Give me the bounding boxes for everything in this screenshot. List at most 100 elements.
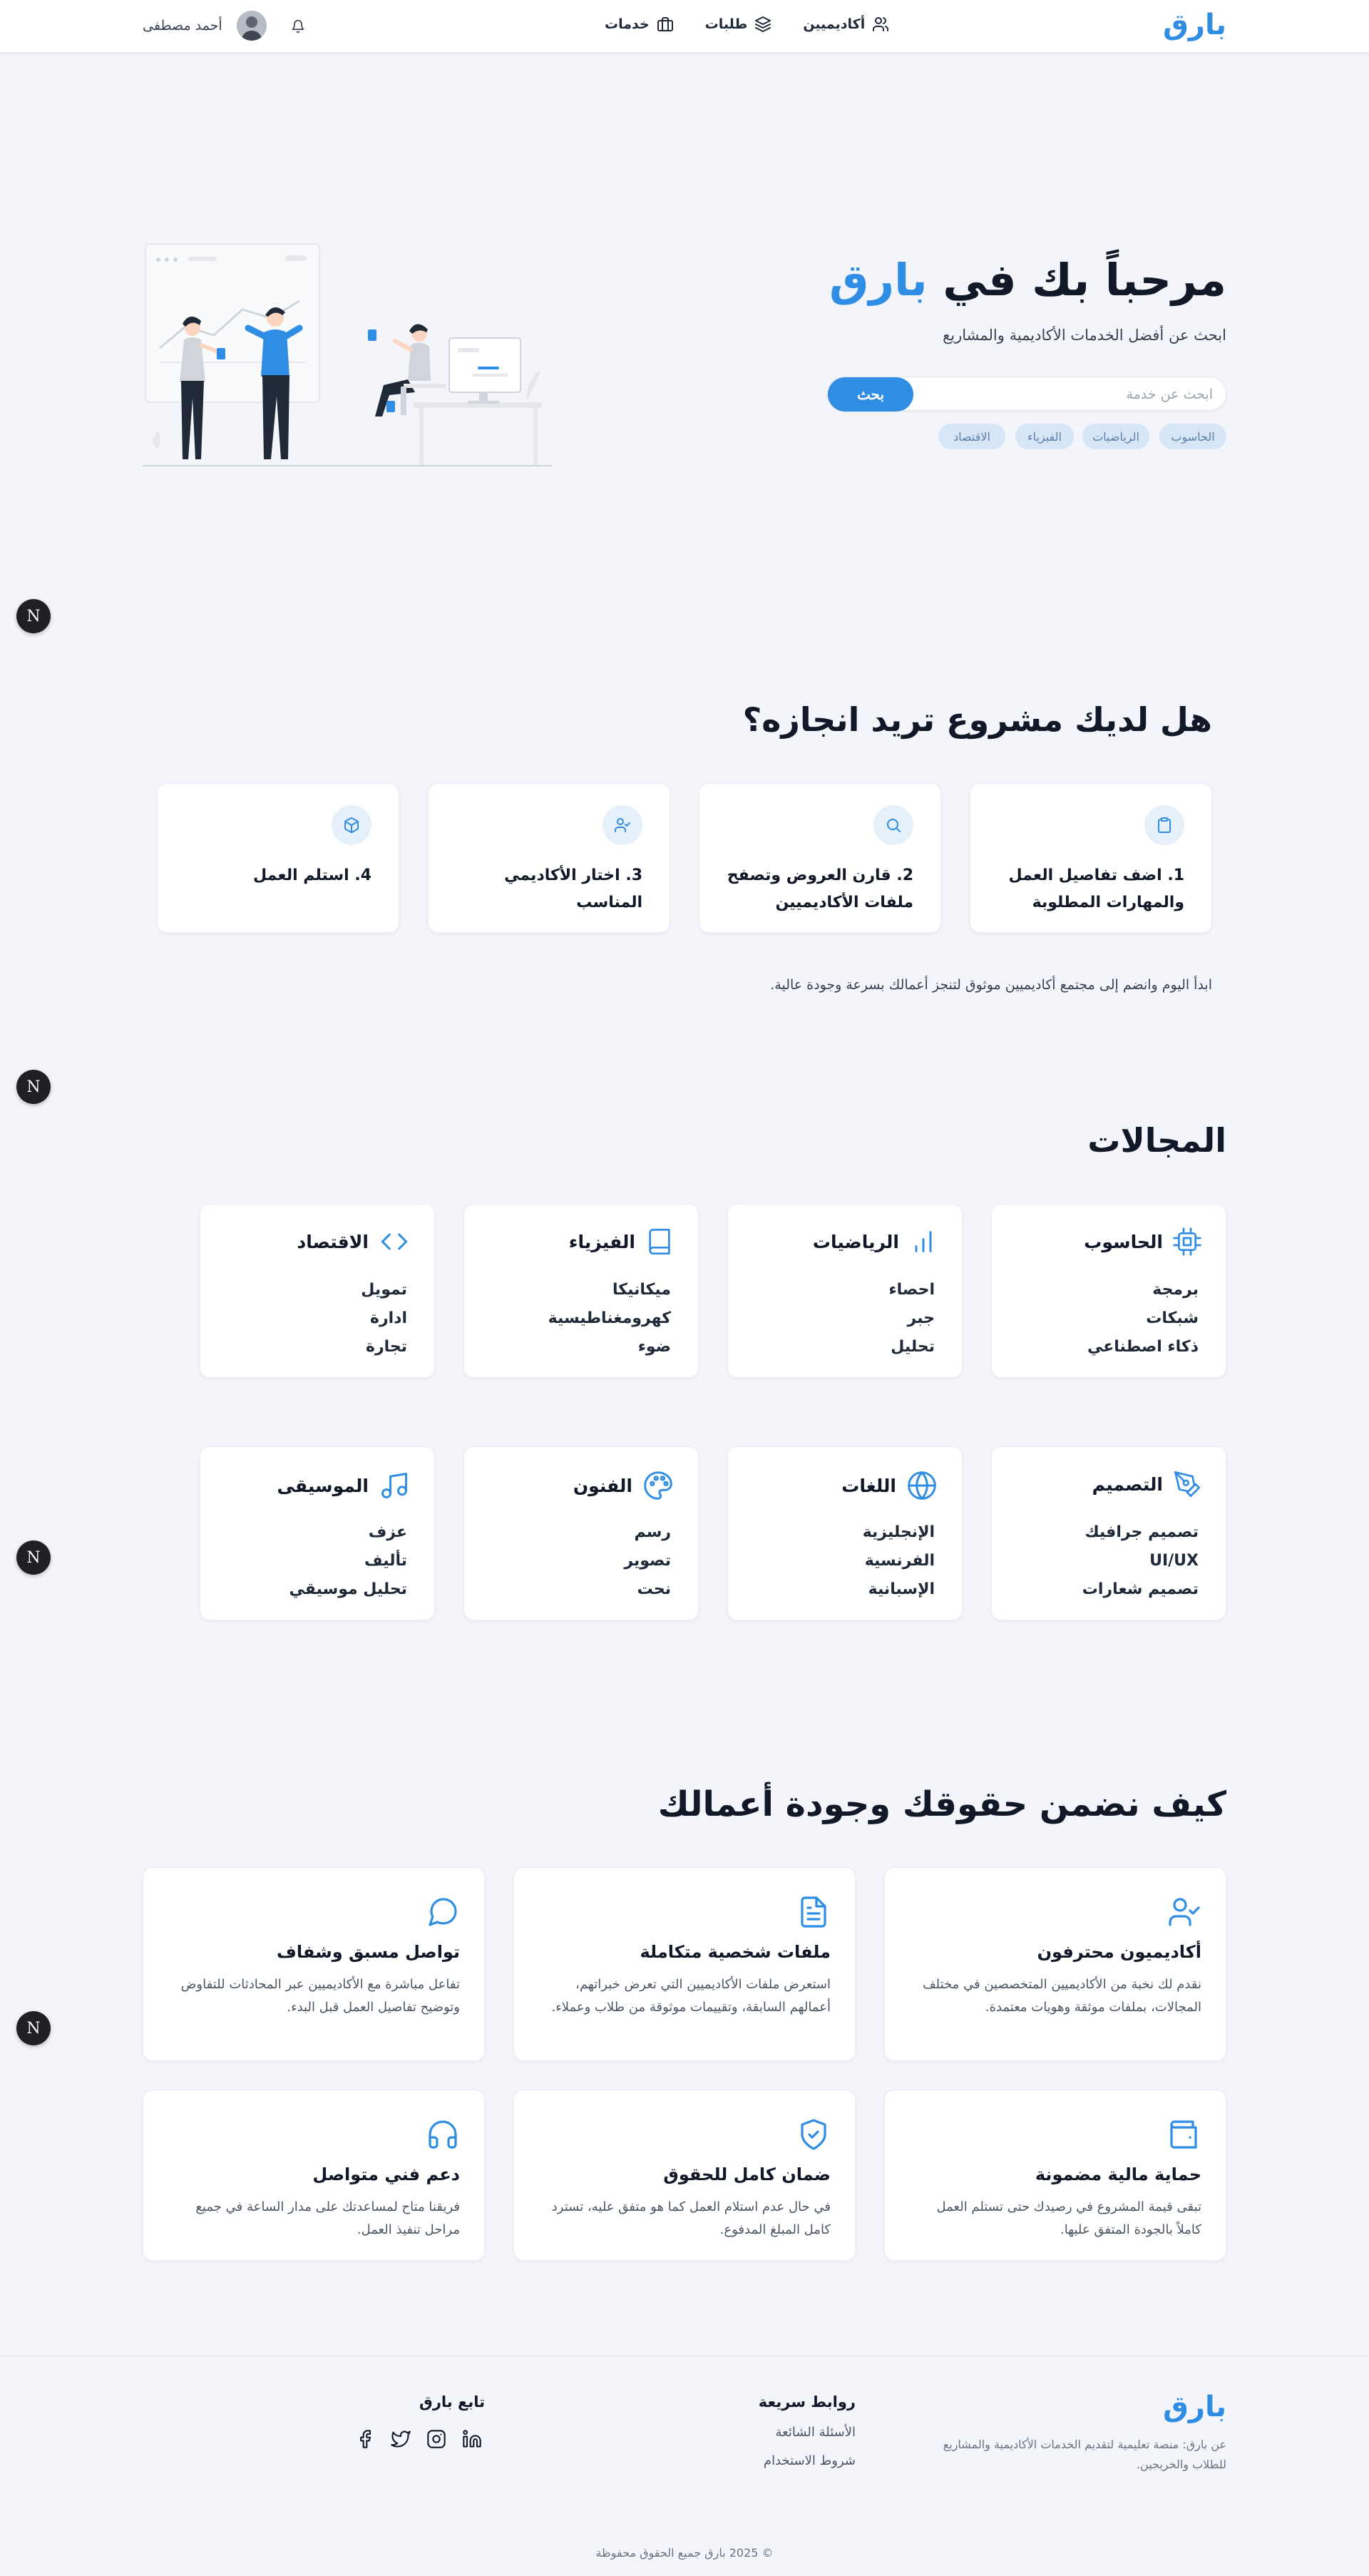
step-card[interactable]: 2. قارن العروض وتصفح ملفات الأكاديميين [699, 783, 941, 933]
top-navbar: بارق خدمات طلبات أكاديميين أحمد مصطفى [0, 0, 1369, 53]
chip-computer[interactable]: الحاسوب [1159, 424, 1226, 449]
faq-link[interactable]: الأسئلة الشائعة [776, 2425, 856, 2440]
follow-title: تابع بارق [419, 2393, 485, 2411]
terms-link[interactable]: شروط الاستخدام [764, 2453, 856, 2468]
field-card-economics[interactable]: الاقتصاد تمويل ادارة تجارة [200, 1204, 435, 1378]
field-subject[interactable]: ادارة [361, 1304, 407, 1333]
field-subject[interactable]: تصميم جرافيك [1082, 1518, 1199, 1547]
clipboard-icon [1144, 805, 1184, 845]
step-card[interactable]: 3. اختار الأكاديمي المناسب [428, 783, 670, 933]
guarantee-title: أكاديميون محترفون [1037, 1942, 1201, 1962]
floating-badge[interactable]: N [16, 1070, 51, 1104]
field-subject[interactable]: UI/UX [1082, 1547, 1199, 1575]
field-subjects: عزف تأليف تحليل موسيقي [289, 1518, 408, 1604]
field-card-math[interactable]: الرياضيات احصاء جبر تحليل [727, 1204, 963, 1378]
field-card-music[interactable]: الموسيقى عزف تأليف تحليل موسيقي [200, 1446, 435, 1620]
field-subject[interactable]: ميكانيكا [548, 1276, 671, 1304]
nav-academics[interactable]: أكاديميين [803, 16, 889, 33]
code-icon [379, 1227, 410, 1256]
field-name: الحاسوب [1084, 1231, 1163, 1252]
field-subjects: ميكانيكا كهرومغناطيسية ضوء [548, 1276, 671, 1361]
field-subject[interactable]: ذكاء اصطناعي [1087, 1333, 1199, 1361]
layers-icon [754, 16, 771, 33]
field-card-arts[interactable]: الفنون رسم تصوير نحت [463, 1446, 699, 1620]
search-input[interactable] [928, 377, 1213, 412]
chip-math[interactable]: الرياضيات [1082, 424, 1149, 449]
field-subjects: تصميم جرافيك UI/UX تصميم شعارات [1082, 1518, 1199, 1604]
field-name: الرياضيات [812, 1231, 899, 1252]
guarantee-title: ضمان كامل للحقوق [663, 2164, 831, 2184]
search-button[interactable]: بحث [828, 377, 913, 412]
field-subject[interactable]: تصوير [624, 1547, 671, 1575]
footer-logo[interactable]: بارق [1163, 2391, 1226, 2423]
step-card[interactable]: 4. استلم العمل [157, 783, 399, 933]
headphones-icon [426, 2117, 460, 2155]
field-subject[interactable]: الإنجليزية [863, 1518, 935, 1547]
field-subject[interactable]: الإسبانية [863, 1575, 935, 1604]
guarantee-title: دعم فني متواصل [312, 2164, 460, 2184]
field-subject[interactable]: تمويل [361, 1276, 407, 1304]
wallet-icon [1167, 2117, 1201, 2155]
hero-title-prefix: مرحباً بك في [927, 254, 1226, 306]
field-subject[interactable]: الفرنسية [863, 1547, 935, 1575]
field-card-physics[interactable]: الفيزياء ميكانيكا كهرومغناطيسية ضوء [463, 1204, 699, 1378]
field-subject[interactable]: تحليل موسيقي [289, 1575, 408, 1604]
field-subject[interactable]: رسم [624, 1518, 671, 1547]
field-subject[interactable]: تأليف [289, 1547, 407, 1575]
facebook-icon[interactable] [355, 2429, 375, 2452]
field-subject[interactable]: تصميم شعارات [1082, 1575, 1199, 1604]
field-subject[interactable]: احصاء [888, 1276, 935, 1304]
chip-physics[interactable]: الفيزياء [1015, 424, 1074, 449]
floating-badge[interactable]: N [16, 1540, 51, 1575]
field-subject[interactable]: برمجة [1087, 1276, 1199, 1304]
floating-badge[interactable]: N [16, 2011, 51, 2045]
field-subject[interactable]: كهرومغناطيسية [548, 1304, 671, 1333]
brand-logo[interactable]: بارق [1163, 9, 1226, 41]
field-subject[interactable]: ضوء [548, 1333, 671, 1361]
avatar[interactable] [237, 11, 267, 41]
field-subject[interactable]: شبكات [1087, 1304, 1199, 1333]
field-subject[interactable]: تحليل [888, 1333, 935, 1361]
bell-icon[interactable] [291, 19, 305, 37]
globe-icon [906, 1470, 938, 1501]
field-card-languages[interactable]: اللغات الإنجليزية الفرنسية الإسبانية [727, 1446, 963, 1620]
users-icon [872, 16, 889, 33]
step-text: 3. اختار الأكاديمي المناسب [504, 867, 642, 911]
guarantee-title: حماية مالية مضمونة [1035, 2164, 1201, 2184]
guarantee-desc: نقدم لك نخبة من الأكاديميين المتخصصين في… [923, 1977, 1201, 2015]
user-name[interactable]: أحمد مصطفى [143, 18, 222, 34]
step-text: 4. استلم العمل [253, 867, 371, 884]
user-check-icon [1167, 1895, 1201, 1932]
linkedin-icon[interactable] [462, 2429, 482, 2452]
field-subject[interactable]: نحت [624, 1575, 671, 1604]
nav-services[interactable]: خدمات [605, 16, 674, 33]
hero-subtitle: ابحث عن أفضل الخدمات الأكاديمية والمشاري… [943, 327, 1226, 344]
hero-title-brand: بارق [829, 254, 928, 306]
hero-title: مرحباً بك في بارق [829, 254, 1226, 306]
twitter-icon[interactable] [391, 2429, 411, 2452]
cpu-icon [1173, 1227, 1201, 1256]
guarantee-card: ضمان كامل للحقوق في حال عدم استلام العمل… [513, 2090, 856, 2261]
floating-badge[interactable]: N [16, 599, 51, 633]
field-subject[interactable]: تجارة [361, 1333, 407, 1361]
nav-requests[interactable]: طلبات [705, 16, 772, 33]
field-card-design[interactable]: التصميم تصميم جرافيك UI/UX تصميم شعارات [991, 1446, 1226, 1620]
guarantee-title: ملفات شخصية متكاملة [640, 1942, 831, 1962]
bar-chart-icon [909, 1227, 938, 1256]
footer-about: عن بارق: منصة تعليمية لتقديم الخدمات الأ… [943, 2438, 1226, 2471]
package-icon [332, 805, 371, 845]
user-check-icon [603, 805, 642, 845]
field-name: الموسيقى [277, 1475, 369, 1496]
nav-requests-label: طلبات [704, 16, 748, 32]
field-card-computer[interactable]: الحاسوب برمجة شبكات ذكاء اصطناعي [991, 1204, 1226, 1378]
step-card[interactable]: 1. اضف تفاصيل العمل والمهارات المطلوبة [970, 783, 1212, 933]
chip-economics[interactable]: الاقتصاد [938, 424, 1005, 449]
step-text: 1. اضف تفاصيل العمل والمهارات المطلوبة [1008, 867, 1184, 911]
guarantee-title: تواصل مسبق وشفاف [276, 1942, 460, 1962]
pen-tool-icon [1173, 1470, 1201, 1498]
shield-check-icon [796, 2117, 831, 2155]
field-subject[interactable]: عزف [289, 1518, 407, 1547]
field-subject[interactable]: جبر [888, 1304, 935, 1333]
instagram-icon[interactable] [426, 2429, 446, 2452]
site-footer: بارق عن بارق: منصة تعليمية لتقديم الخدما… [0, 2356, 1369, 2576]
